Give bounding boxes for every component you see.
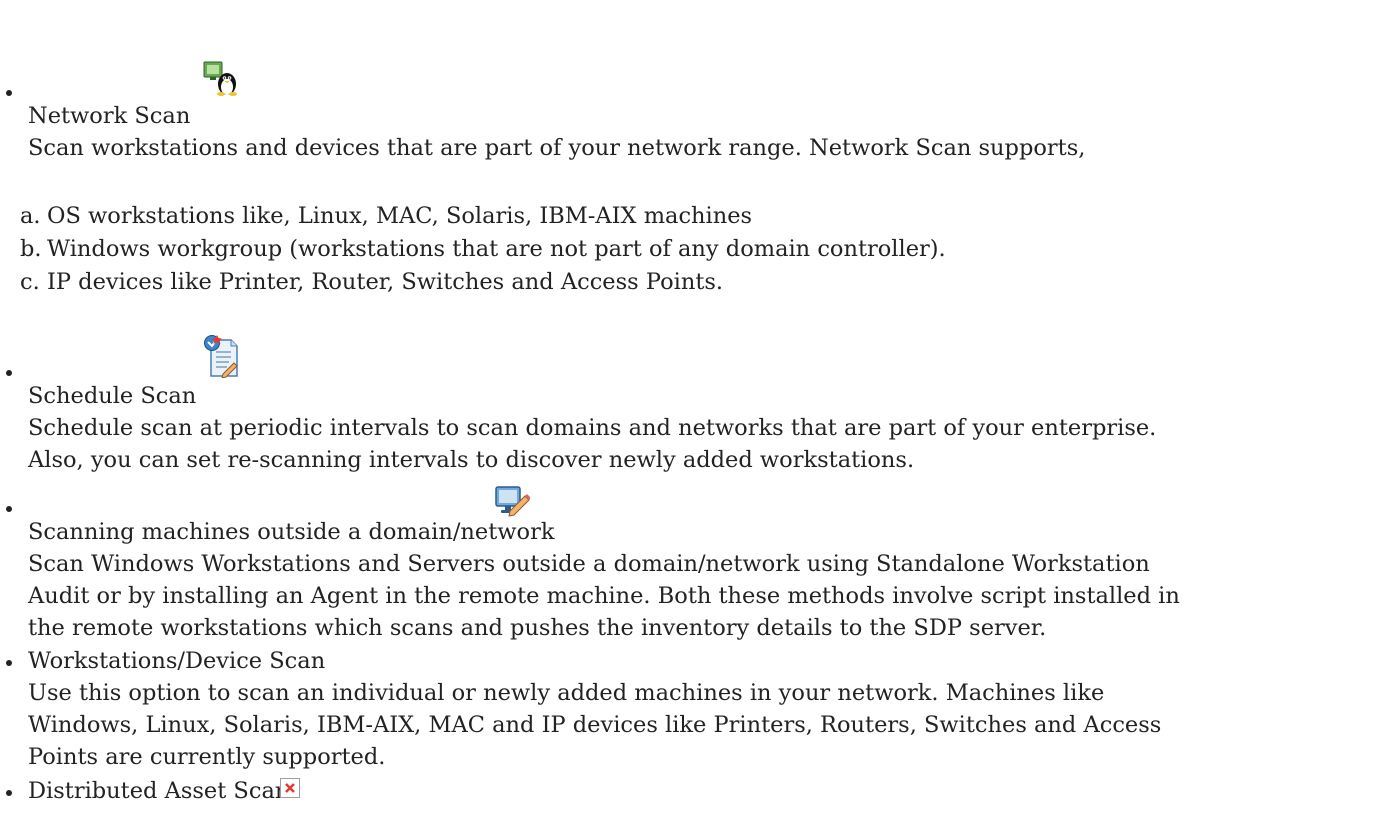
sublist-item: OS workstations like, Linux, MAC, Solari… xyxy=(47,203,753,229)
item-title: Scanning machines outside a domain/netwo… xyxy=(28,519,555,545)
item-description-line: the remote workstations which scans and … xyxy=(28,615,1047,641)
item-description-line: Windows, Linux, Solaris, IBM-AIX, MAC an… xyxy=(28,712,1162,738)
monitor-edit-icon xyxy=(494,483,531,523)
item-description-line: Audit or by installing an Agent in the r… xyxy=(28,583,1180,609)
sublist-marker: c. xyxy=(20,269,40,295)
item-description-line: Points are currently supported. xyxy=(28,744,386,770)
item-description-line: Schedule scan at periodic intervals to s… xyxy=(28,415,1157,441)
item-description-line: Scan Windows Workstations and Servers ou… xyxy=(28,551,1150,577)
item-title: Network Scan xyxy=(28,103,191,129)
sublist-item: Windows workgroup (workstations that are… xyxy=(47,236,946,262)
item-title: Schedule Scan xyxy=(28,383,197,409)
broken-image-icon xyxy=(280,778,300,802)
document-page: Network Scan Scan workstations and devic… xyxy=(0,0,1399,822)
bullet xyxy=(6,506,12,512)
item-title: Workstations/Device Scan xyxy=(28,648,326,674)
item-title: Distributed Asset Scan xyxy=(28,778,290,804)
item-description-line: Use this option to scan an individual or… xyxy=(28,680,1105,706)
sublist-marker: b. xyxy=(20,236,42,262)
linux-tux-network-icon xyxy=(203,60,239,100)
item-description-line: Scan workstations and devices that are p… xyxy=(28,135,1086,161)
bullet xyxy=(6,660,12,666)
bullet xyxy=(6,370,12,376)
bullet xyxy=(6,90,12,96)
sublist-item: IP devices like Printer, Router, Switche… xyxy=(47,269,724,295)
schedule-document-icon xyxy=(203,334,239,382)
sublist-marker: a. xyxy=(20,203,41,229)
bullet xyxy=(6,790,12,796)
item-description-line: Also, you can set re-scanning intervals … xyxy=(28,447,915,473)
